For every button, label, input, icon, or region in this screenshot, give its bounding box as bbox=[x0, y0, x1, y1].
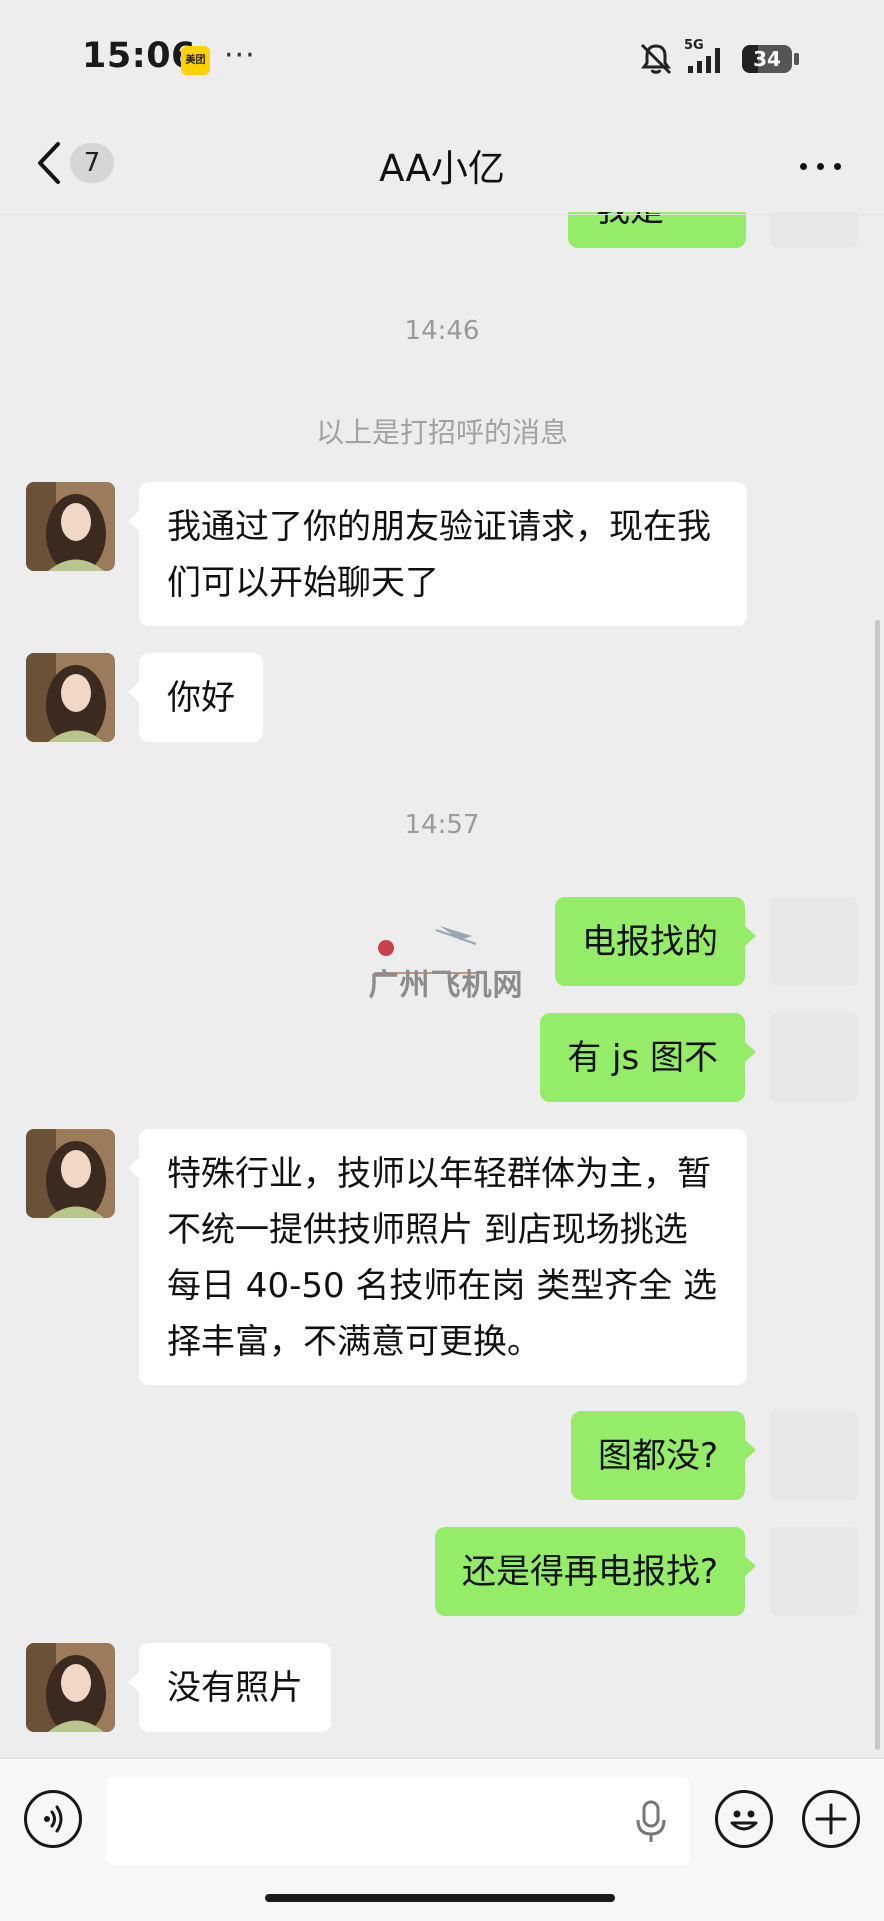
more-dot bbox=[834, 163, 841, 170]
voice-mode-button[interactable] bbox=[24, 1790, 82, 1848]
contact-avatar-image bbox=[26, 482, 115, 571]
microphone-icon[interactable] bbox=[634, 1800, 668, 1844]
message-bubble-received[interactable]: 我通过了你的朋友验证请求，现在我们可以开始聊天了 bbox=[128, 482, 747, 626]
my-avatar[interactable] bbox=[769, 1411, 858, 1500]
my-avatar[interactable] bbox=[769, 1527, 858, 1616]
message-text: 我通过了你的朋友验证请求，现在我们可以开始聊天了 bbox=[167, 507, 711, 603]
message-bubble-sent[interactable]: 有 js 图不 bbox=[540, 1013, 756, 1102]
message-text: 还是得再电报找? bbox=[461, 1552, 718, 1592]
chevron-left-icon bbox=[38, 142, 60, 184]
more-dot bbox=[800, 163, 807, 170]
message-text: 电报找的 bbox=[582, 922, 718, 962]
contact-avatar-image bbox=[26, 1643, 115, 1732]
smiley-icon bbox=[730, 1810, 758, 1831]
message-bubble-received[interactable]: 你好 bbox=[128, 653, 263, 742]
battery-tip bbox=[794, 53, 799, 65]
watermark-text: 广州飞机网 bbox=[368, 968, 524, 1003]
contact-avatar[interactable] bbox=[26, 482, 115, 571]
message-timestamp: 14:46 bbox=[404, 316, 480, 346]
message-bubble-received[interactable]: 特殊行业，技师以年轻群体为主，暂不统一提供技师照片 到店现场挑选 每日 40-5… bbox=[128, 1129, 747, 1385]
message-timestamp: 14:57 bbox=[404, 810, 480, 840]
plus-icon bbox=[815, 1803, 847, 1835]
message-bubble-sent[interactable]: 还是得再电报找? bbox=[434, 1527, 757, 1616]
system-note: 以上是打招呼的消息 bbox=[315, 416, 568, 449]
chat-title: AA小亿 bbox=[379, 147, 505, 190]
my-avatar[interactable] bbox=[769, 1013, 858, 1102]
my-avatar[interactable] bbox=[769, 897, 858, 986]
scrollbar[interactable] bbox=[875, 620, 880, 1750]
mute-bell-icon bbox=[640, 43, 672, 75]
message-text: 特殊行业，技师以年轻群体为主，暂不统一提供技师照片 到店现场挑选 每日 40-5… bbox=[167, 1154, 718, 1362]
network-label: 5G bbox=[684, 38, 704, 53]
contact-avatar[interactable] bbox=[26, 653, 115, 742]
voice-wave-icon bbox=[44, 1805, 63, 1833]
my-avatar-partial[interactable] bbox=[769, 212, 858, 248]
contact-avatar-image bbox=[26, 653, 115, 742]
message-text: 你好 bbox=[167, 678, 235, 718]
contact-avatar-image bbox=[26, 1129, 115, 1218]
nav-divider bbox=[0, 214, 884, 215]
contact-avatar[interactable] bbox=[26, 1643, 115, 1732]
message-bubble-sent-partial[interactable]: 我是 bbox=[568, 212, 746, 248]
status-time: 15:06 bbox=[82, 36, 196, 76]
message-text: 图都没? bbox=[597, 1436, 718, 1476]
message-bubble-sent[interactable]: 图都没? bbox=[570, 1411, 757, 1500]
contact-avatar[interactable] bbox=[26, 1129, 115, 1218]
message-bubble-sent[interactable]: 电报找的 bbox=[555, 897, 756, 986]
chat-options-button[interactable] bbox=[796, 140, 846, 190]
battery-level: 34 bbox=[753, 47, 781, 71]
message-text: 没有照片 bbox=[167, 1668, 303, 1708]
emoji-button[interactable] bbox=[715, 1790, 773, 1848]
signal-5g-icon: 5G bbox=[684, 38, 720, 73]
more-dot bbox=[817, 163, 824, 170]
message-bubble-received[interactable]: 没有照片 bbox=[128, 1643, 331, 1732]
message-input[interactable] bbox=[106, 1777, 690, 1865]
meituan-app-icon: 美团 bbox=[181, 46, 210, 75]
message-text: 有 js 图不 bbox=[567, 1038, 718, 1078]
home-indicator[interactable] bbox=[265, 1894, 615, 1902]
status-more-icon: ··· bbox=[224, 38, 256, 73]
more-functions-button[interactable] bbox=[802, 1790, 860, 1848]
unread-count-badge[interactable]: 7 bbox=[70, 143, 114, 183]
